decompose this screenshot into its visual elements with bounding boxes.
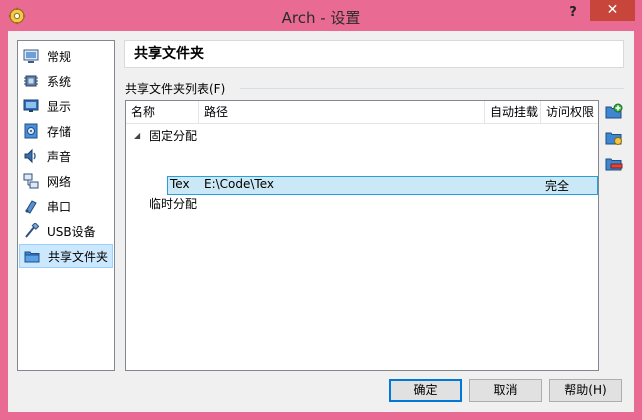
sidebar-item-label: USB设备 <box>47 224 96 239</box>
sidebar-item-serial-port[interactable]: 串口 <box>19 194 113 218</box>
shared-folder-tree[interactable]: 名称 路径 自动挂载 访问权限 ◢ 固定分配 Tex E:\Code\Tex 完… <box>125 100 599 371</box>
cancel-button[interactable]: 取消 <box>469 379 542 402</box>
row-access: 完全 <box>545 179 570 193</box>
system-chip-icon <box>23 73 39 89</box>
sidebar-item-label: 网络 <box>47 174 72 189</box>
dialog-client-area: 常规 系统 显示 存储 声音 网络 串口 USB设备 共享文件夹 共享文件夹 共… <box>8 31 634 412</box>
sidebar-item-label: 存储 <box>47 124 72 139</box>
settings-category-list[interactable]: 常规 系统 显示 存储 声音 网络 串口 USB设备 共享文件夹 <box>17 40 115 371</box>
network-icon <box>23 173 39 189</box>
tree-group-fixed[interactable]: ◢ 固定分配 <box>126 127 598 145</box>
row-name: Tex <box>170 177 190 191</box>
display-icon <box>23 98 39 114</box>
column-header-access[interactable]: 访问权限 <box>541 101 598 123</box>
group-label: 临时分配 <box>149 197 198 211</box>
sidebar-item-general[interactable]: 常规 <box>19 44 113 68</box>
column-header-name[interactable]: 名称 <box>126 101 199 123</box>
usb-icon <box>23 222 40 239</box>
header-divider <box>126 123 598 124</box>
audio-icon <box>23 148 39 164</box>
sidebar-item-storage[interactable]: 存储 <box>19 119 113 143</box>
row-path: E:\Code\Tex <box>204 177 274 191</box>
table-row[interactable]: Tex E:\Code\Tex 完全 <box>167 176 598 195</box>
title-bar[interactable]: Arch - 设置 ? ✕ <box>0 0 642 32</box>
page-title: 共享文件夹 <box>124 40 624 68</box>
group-label: 固定分配 <box>149 129 198 143</box>
tree-group-temporary[interactable]: 临时分配 <box>126 195 598 213</box>
expand-triangle-icon[interactable]: ◢ <box>134 127 140 145</box>
sidebar-item-audio[interactable]: 声音 <box>19 144 113 168</box>
sidebar-item-label: 常规 <box>47 49 72 64</box>
shared-folder-icon <box>24 248 40 264</box>
column-header-auto-mount[interactable]: 自动挂载 <box>485 101 541 123</box>
sidebar-item-label: 系统 <box>47 74 72 89</box>
add-shared-folder-icon[interactable] <box>604 102 624 122</box>
sidebar-item-usb[interactable]: USB设备 <box>19 219 113 243</box>
sidebar-item-label: 声音 <box>47 149 72 164</box>
sidebar-item-label: 串口 <box>47 199 72 214</box>
caption-divider <box>240 88 624 89</box>
sidebar-item-label: 显示 <box>47 99 72 114</box>
sidebar-item-label: 共享文件夹 <box>48 249 109 264</box>
settings-window: Arch - 设置 ? ✕ 常规 系统 显示 存储 声音 网络 串口 USB设备… <box>0 0 642 420</box>
storage-icon <box>23 123 39 139</box>
remove-shared-folder-icon[interactable] <box>604 154 624 174</box>
ok-button[interactable]: 确定 <box>389 379 462 402</box>
general-icon <box>23 48 39 64</box>
serial-port-icon <box>23 198 39 214</box>
sidebar-item-shared-folders[interactable]: 共享文件夹 <box>19 244 113 268</box>
help-title-button[interactable]: ? <box>560 3 586 23</box>
window-title: Arch - 设置 <box>281 9 361 27</box>
column-header-path[interactable]: 路径 <box>199 101 485 123</box>
close-button[interactable]: ✕ <box>590 0 635 21</box>
sidebar-item-system[interactable]: 系统 <box>19 69 113 93</box>
sidebar-item-network[interactable]: 网络 <box>19 169 113 193</box>
shared-folder-list-caption: 共享文件夹列表(F) <box>125 82 226 96</box>
edit-shared-folder-icon[interactable] <box>604 128 624 148</box>
sidebar-item-display[interactable]: 显示 <box>19 94 113 118</box>
help-button[interactable]: 帮助(H) <box>549 379 622 402</box>
